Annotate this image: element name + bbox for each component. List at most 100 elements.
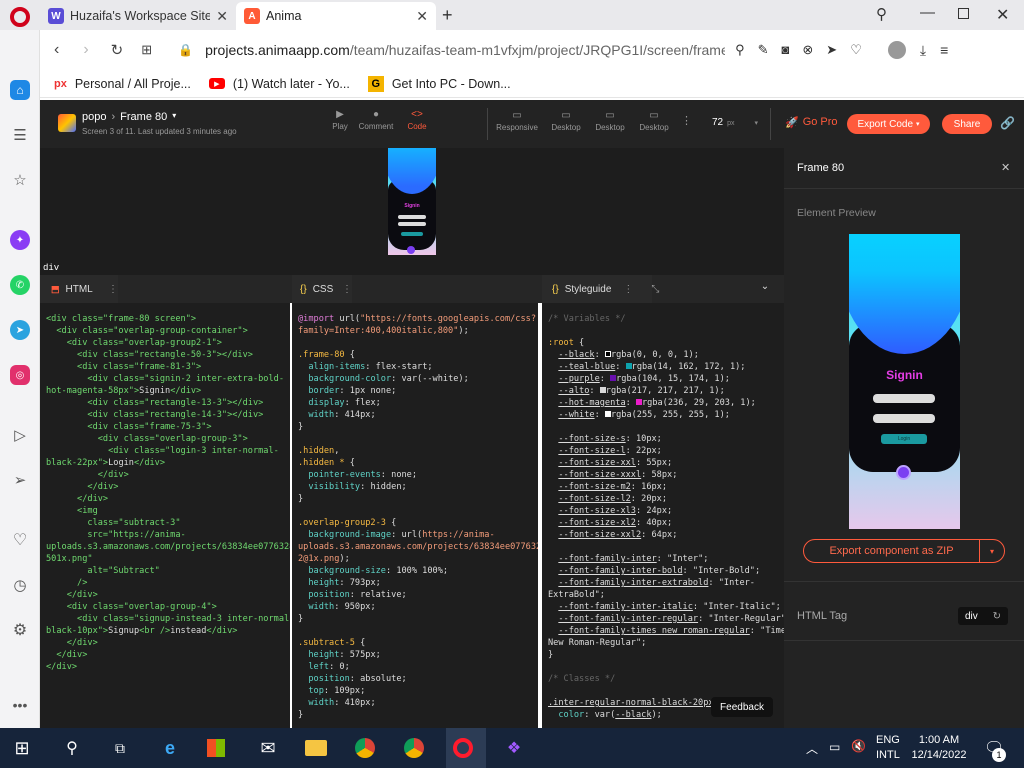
windows-taskbar: ⊞ ⚲ ⧉ e ✉ ❖ ︿ ▭ 🔇 ENG INTL 1:00 AM 12/14… bbox=[0, 728, 1024, 768]
breadcrumb[interactable]: popo › Frame 80 ▾ bbox=[82, 111, 176, 123]
html-code-panel[interactable]: <div class="frame-80 screen"> <div class… bbox=[40, 303, 290, 728]
tabs-grid-icon[interactable]: ⊞ bbox=[141, 42, 152, 58]
instagram-icon[interactable]: ◎ bbox=[10, 365, 30, 385]
new-tab-icon[interactable]: + bbox=[442, 5, 453, 26]
element-preview-image[interactable]: Signin Login bbox=[849, 234, 960, 529]
camera-icon[interactable]: ◙ bbox=[782, 42, 790, 58]
preview-circle bbox=[896, 465, 911, 480]
heart-icon[interactable]: ♡ bbox=[10, 530, 30, 550]
bookmarks-star-icon[interactable]: ☆ bbox=[10, 170, 30, 190]
css-code-panel[interactable]: @import url("https://fonts.googleapis.co… bbox=[292, 303, 538, 728]
figma-icon[interactable]: ❖ bbox=[502, 736, 526, 760]
home-icon[interactable]: ⌂ bbox=[10, 80, 30, 100]
block-icon[interactable]: ⊗ bbox=[802, 42, 813, 58]
settings-gear-icon[interactable]: ⚙ bbox=[10, 620, 30, 640]
device-desktop-2[interactable]: ▭ Desktop bbox=[592, 110, 628, 132]
search-page-icon[interactable]: ⚲ bbox=[735, 42, 745, 58]
search-tabs-icon[interactable]: ⚲ bbox=[876, 5, 887, 23]
code-mode[interactable]: <> Code bbox=[404, 109, 430, 131]
bookmark-label: Personal / All Proje... bbox=[74, 76, 191, 91]
html-tag-input[interactable]: div ↻ bbox=[958, 607, 1008, 625]
feedback-button[interactable]: Feedback bbox=[711, 697, 773, 717]
minimize-icon[interactable]: — bbox=[920, 4, 935, 21]
volume-muted-icon[interactable]: 🔇 bbox=[851, 739, 866, 753]
send-icon[interactable]: ➢ bbox=[10, 470, 30, 490]
link-icon[interactable]: 🔗 bbox=[1000, 116, 1015, 130]
collapse-icon[interactable]: ⤡ bbox=[651, 284, 659, 295]
device-responsive[interactable]: ▭ Responsive bbox=[496, 110, 538, 132]
export-code-label: Export Code bbox=[857, 118, 914, 130]
tab-css[interactable]: {} CSS ⋮ bbox=[292, 275, 352, 303]
bookmark-item[interactable]: px Personal / All Proje... bbox=[54, 77, 191, 91]
edge-icon[interactable]: e bbox=[158, 736, 182, 760]
mail-icon[interactable]: ✉ bbox=[256, 736, 280, 760]
task-view-icon[interactable]: ⧉ bbox=[108, 736, 132, 760]
menu-icon[interactable]: ≡ bbox=[940, 42, 948, 58]
more-icon[interactable]: ••• bbox=[10, 695, 30, 715]
telegram-icon[interactable]: ➤ bbox=[10, 320, 30, 340]
frame-name: Frame 80 bbox=[120, 111, 168, 123]
device-label: Desktop bbox=[551, 123, 581, 132]
network-icon[interactable]: ▭ bbox=[829, 740, 840, 754]
export-code-button[interactable]: Export Code ▾ bbox=[847, 114, 930, 134]
reset-icon[interactable]: ↻ bbox=[993, 611, 1001, 622]
url-field[interactable]: projects.animaapp.com/team/huzaifas-team… bbox=[205, 42, 725, 58]
history-clock-icon[interactable]: ◷ bbox=[10, 575, 30, 595]
clock[interactable]: 1:00 AM 12/14/2022 bbox=[908, 733, 970, 763]
edit-icon[interactable]: ✎ bbox=[758, 42, 769, 58]
divider bbox=[784, 188, 1024, 189]
windows-start-icon[interactable]: ⊞ bbox=[10, 736, 34, 760]
chevron-up-icon[interactable]: ︿ bbox=[806, 740, 818, 757]
zoom-control[interactable]: 72 px ▾ bbox=[712, 117, 758, 128]
close-tab-icon[interactable]: ✕ bbox=[216, 8, 228, 25]
restore-icon[interactable] bbox=[958, 8, 969, 19]
tab-html[interactable]: ⬒ HTML ⋮ bbox=[40, 275, 118, 303]
bookmark-item[interactable]: ▶ (1) Watch later - Yo... bbox=[208, 77, 350, 91]
microsoft-store-icon[interactable] bbox=[207, 739, 225, 757]
chevron-down-icon[interactable]: ⌄ bbox=[752, 281, 778, 297]
search-icon[interactable]: ⚲ bbox=[60, 736, 84, 760]
messenger-icon[interactable]: ✦ bbox=[10, 230, 30, 250]
device-desktop-1[interactable]: ▭ Desktop bbox=[548, 110, 584, 132]
browser-tab-bar: W Huzaifa's Workspace Sites ✕ A Anima ✕ … bbox=[0, 0, 1024, 30]
share-button[interactable]: Share bbox=[942, 114, 992, 134]
heart-icon[interactable]: ♡ bbox=[850, 42, 862, 58]
device-desktop-3[interactable]: ▭ Desktop bbox=[636, 110, 672, 132]
send-icon[interactable]: ➤ bbox=[826, 42, 837, 58]
bookmark-item[interactable]: G Get Into PC - Down... bbox=[367, 75, 511, 92]
close-tab-icon[interactable]: ✕ bbox=[416, 8, 428, 25]
frame-canvas[interactable]: Signin bbox=[40, 148, 784, 263]
back-icon[interactable]: ‹ bbox=[54, 41, 59, 59]
breadcrumb-separator: › bbox=[111, 111, 116, 123]
go-pro-button[interactable]: 🚀 Go Pro bbox=[785, 116, 838, 129]
feed-list-icon[interactable]: ☰ bbox=[10, 125, 30, 145]
opera-icon[interactable] bbox=[453, 738, 473, 758]
styleguide-code-panel[interactable]: /* Variables */ :root { --black: rgba(0,… bbox=[542, 303, 784, 728]
whatsapp-icon[interactable]: ✆ bbox=[10, 275, 30, 295]
anima-logo-icon[interactable] bbox=[58, 114, 76, 132]
export-zip-button[interactable]: Export component as ZIP ▾ bbox=[803, 539, 1005, 563]
tab-styleguide[interactable]: {} Styleguide ⋮ ⤡ bbox=[542, 275, 659, 303]
chrome-profile-icon[interactable] bbox=[404, 738, 424, 758]
notification-count: 1 bbox=[992, 748, 1006, 762]
more-vertical-icon[interactable]: ⋮ bbox=[681, 114, 692, 127]
chevron-down-icon[interactable]: ▾ bbox=[980, 547, 1004, 556]
profile-avatar[interactable] bbox=[887, 41, 906, 59]
html-tag-value: div bbox=[965, 610, 978, 622]
forward-icon[interactable]: › bbox=[83, 41, 88, 59]
download-icon[interactable]: ⤓ bbox=[920, 42, 926, 59]
chrome-icon[interactable] bbox=[355, 738, 375, 758]
reload-icon[interactable]: ↻ bbox=[111, 41, 124, 59]
file-explorer-icon[interactable] bbox=[305, 740, 327, 756]
play-mode[interactable]: ▶ Play bbox=[328, 109, 352, 131]
close-window-icon[interactable]: ✕ bbox=[996, 5, 1009, 25]
close-icon[interactable]: ✕ bbox=[1001, 161, 1010, 174]
frame-thumbnail[interactable]: Signin bbox=[388, 148, 436, 255]
braces-icon: {} bbox=[300, 283, 307, 295]
player-icon[interactable]: ▷ bbox=[10, 425, 30, 445]
comment-mode[interactable]: ● Comment bbox=[358, 109, 394, 131]
opera-logo-icon[interactable] bbox=[10, 7, 30, 27]
tab-anima[interactable]: A Anima ✕ bbox=[236, 2, 436, 30]
language-indicator[interactable]: ENG INTL bbox=[876, 733, 900, 763]
tab-workspace-sites[interactable]: W Huzaifa's Workspace Sites ✕ bbox=[40, 2, 236, 30]
